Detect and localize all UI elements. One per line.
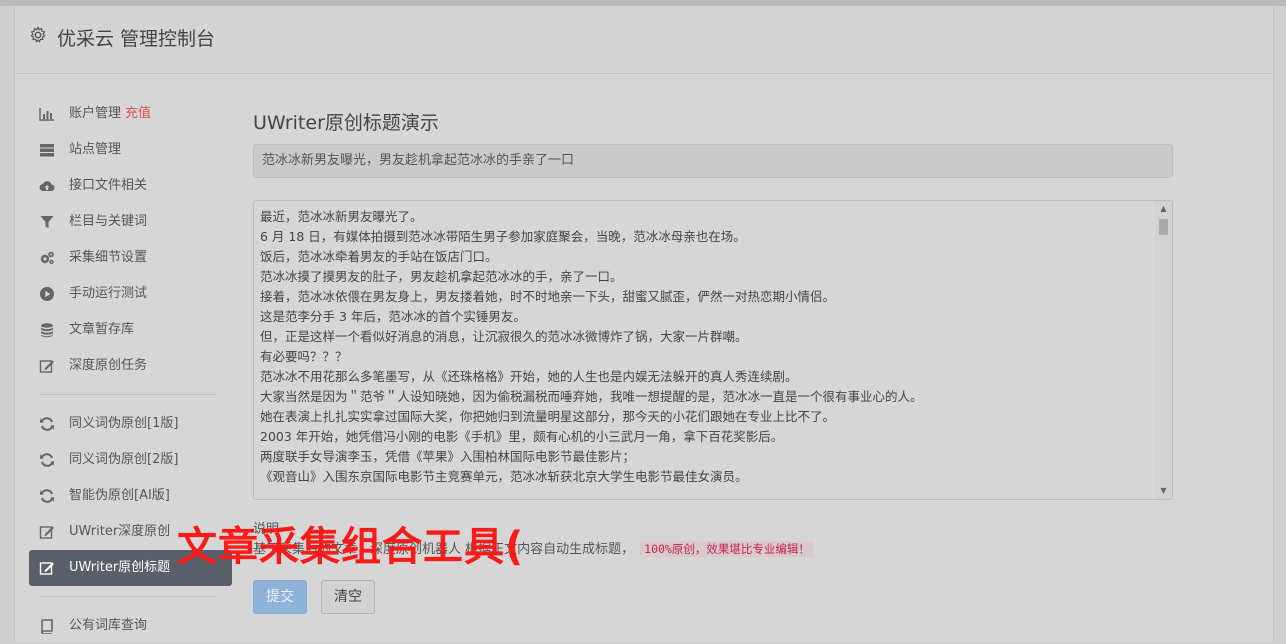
sidebar-item-label: 账户管理 (69, 106, 122, 121)
edit-icon (39, 562, 54, 575)
sidebar-divider (39, 596, 217, 597)
page-title: UWriter原创标题演示 (253, 112, 439, 134)
scroll-up-arrow-icon[interactable]: ▲ (1155, 201, 1172, 217)
textarea-scrollbar[interactable]: ▲ ▼ (1155, 201, 1172, 499)
app-title: 优采云 管理控制台 (57, 28, 216, 50)
sidebar-item-synonym-v1[interactable]: 同义词伪原创[1版] (29, 406, 232, 442)
server-icon (40, 144, 54, 157)
sidebar-item-label: 接口文件相关 (69, 178, 148, 193)
sidebar-item-sites[interactable]: 站点管理 (29, 132, 232, 168)
refresh-icon (39, 417, 55, 431)
article-line: 大家当然是因为＂范爷＂人设知晓她，因为偷税漏税而唾弃她，我唯一想提醒的是，范冰冰… (260, 389, 923, 404)
recharge-link[interactable]: 充值 (125, 106, 151, 121)
database-icon (41, 323, 53, 338)
article-line: 这是范李分手 3 年后，范冰冰的首个实锤男友。 (260, 309, 526, 324)
admin-panel: 优采云 管理控制台 账户管理 充值 站点管理 接口文件相关 栏目与关键词 采集细… (14, 6, 1274, 642)
article-line: 2003 年开始，她凭借冯小刚的电影《手机》里，颇有心机的小三武月一角，拿下百花… (260, 429, 784, 444)
sidebar-item-columns-keywords[interactable]: 栏目与关键词 (29, 204, 232, 240)
scroll-down-arrow-icon[interactable]: ▼ (1155, 483, 1172, 499)
submit-button[interactable]: 提交 (253, 580, 307, 614)
sidebar-item-deep-original-task[interactable]: 深度原创任务 (29, 348, 232, 384)
edit-icon (39, 360, 54, 373)
sidebar-item-label: 同义词伪原创[1版] (69, 416, 179, 431)
bar-chart-icon (39, 108, 54, 121)
sidebar-item-label: 手动运行测试 (69, 286, 148, 301)
sidebar-item-label: 文章暂存库 (69, 322, 135, 337)
play-circle-icon (40, 287, 54, 301)
clear-button[interactable]: 清空 (321, 580, 375, 614)
article-line: 《观音山》入围东京国际电影节主竞赛单元，范冰冰斩获北京大学生电影节最佳女演员。 (260, 469, 748, 484)
article-line: 范冰冰不用花那么多笔墨写，从《还珠格格》开始，她的人生也是内娱无法躲开的真人秀连… (260, 369, 798, 384)
sidebar-item-interface-files[interactable]: 接口文件相关 (29, 168, 232, 204)
article-line: 但，正是这样一个看似好消息的消息，让沉寂很久的范冰冰微博炸了锅，大家一片群嘲。 (260, 329, 748, 344)
article-textarea[interactable]: 最近，范冰冰新男友曝光了。 6 月 18 日，有媒体拍摄到范冰冰带陌生男子参加家… (253, 200, 1173, 500)
explain-highlight: 100%原创，效果堪比专业编辑！ (640, 541, 814, 557)
watermark-overlay-text: 文章采集组合工具( (177, 524, 525, 570)
article-line: 最近，范冰冰新男友曝光了。 (260, 209, 423, 224)
sidebar-item-label: 公有词库查询 (69, 618, 148, 633)
generated-title-field[interactable]: 范冰冰新男友曝光，男友趁机拿起范冰冰的手亲了一口 (253, 144, 1173, 178)
book-icon (41, 619, 53, 634)
sidebar-divider (39, 394, 217, 395)
gear-icon (30, 26, 46, 43)
sidebar-item-label: UWriter深度原创 (69, 524, 171, 539)
article-line: 6 月 18 日，有媒体拍摄到范冰冰带陌生男子参加家庭聚会，当晚，范冰冰母亲也在… (260, 229, 746, 244)
article-text: 最近，范冰冰新男友曝光了。 6 月 18 日，有媒体拍摄到范冰冰带陌生男子参加家… (260, 207, 1150, 487)
article-line: 她在表演上扎扎实实拿过国际大奖，你把她归到流量明星这部分，那今天的小花们跟她在专… (260, 409, 836, 424)
sidebar-item-article-storage[interactable]: 文章暂存库 (29, 312, 232, 348)
article-line: 接着，范冰冰依偎在男友身上，男友搂着她，时不时地亲一下头，甜蜜又腻歪，俨然一对热… (260, 289, 836, 304)
article-line: 饭后，范冰冰牵着男友的手站在饭店门口。 (260, 249, 498, 264)
sidebar-item-label: 站点管理 (69, 142, 122, 157)
refresh-icon (39, 489, 55, 503)
refresh-icon (39, 453, 55, 467)
scroll-thumb[interactable] (1159, 219, 1168, 235)
sidebar-item-label: 深度原创任务 (69, 358, 148, 373)
cogs-icon (40, 251, 54, 265)
sidebar-item-collect-settings[interactable]: 采集细节设置 (29, 240, 232, 276)
filter-icon (40, 216, 54, 228)
sidebar-item-account[interactable]: 账户管理 充值 (29, 96, 232, 132)
edit-icon (39, 526, 54, 539)
sidebar-item-label: UWriter原创标题 (69, 560, 171, 575)
sidebar-item-manual-test[interactable]: 手动运行测试 (29, 276, 232, 312)
header: 优采云 管理控制台 (15, 6, 1273, 74)
sidebar-item-synonym-v2[interactable]: 同义词伪原创[2版] (29, 442, 232, 478)
cloud-upload-icon (39, 181, 55, 192)
sidebar-item-label: 智能伪原创[AI版] (69, 488, 170, 503)
sidebar-item-ai-rewrite[interactable]: 智能伪原创[AI版] (29, 478, 232, 514)
sidebar-item-label: 采集细节设置 (69, 250, 148, 265)
article-line: 有必要吗？？？ (260, 349, 348, 364)
sidebar-item-label: 栏目与关键词 (69, 214, 148, 229)
sidebar-item-label: 同义词伪原创[2版] (69, 452, 179, 467)
sidebar-item-public-lexicon[interactable]: 公有词库查询 (29, 608, 232, 644)
article-line: 范冰冰摸了摸男友的肚子，男友趁机拿起范冰冰的手，亲了一口。 (260, 269, 623, 284)
article-line: 两度联手女导演李玉，凭借《苹果》入围柏林国际电影节最佳影片； (260, 449, 636, 464)
